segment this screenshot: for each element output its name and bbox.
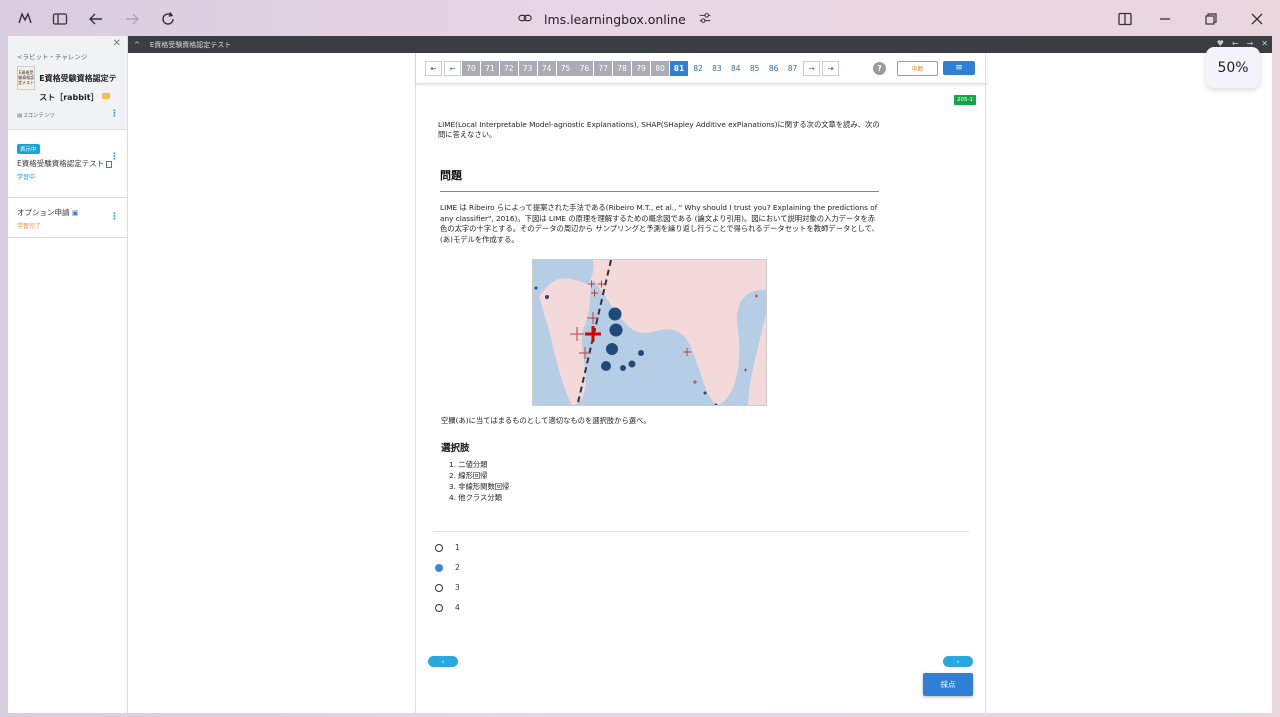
radio-button[interactable] [435, 543, 443, 552]
page-76[interactable]: 76 [575, 61, 594, 76]
choices-list: 1. 二値分類 2. 線形回帰 3. 非線形関数回帰 4. 他クラス分類 [449, 459, 509, 503]
topbar-title: E資格受験資格認定テスト [149, 40, 232, 49]
question-id-badge: 205-1 [954, 95, 976, 105]
question-body: LIME は Ribeiro らによって提案された手法である(Ribeiro M… [440, 203, 879, 244]
page-86[interactable]: 86 [764, 61, 783, 76]
reload-icon[interactable] [158, 9, 178, 29]
status-in-progress: 学習中 [17, 174, 36, 181]
answer-option-3[interactable]: 3 [435, 583, 460, 592]
choice-item: 2. 線形回帰 [449, 471, 488, 480]
prev-question-button[interactable]: ‹ [428, 656, 458, 667]
course-header: ✕ <ラビット・チャレンジ E資格受験資格認定テスト E資格受験資格認定テスト［… [8, 36, 127, 130]
browser-toolbar: lms.learningbox.online [0, 0, 1280, 36]
radio-button[interactable] [435, 583, 443, 592]
lime-figure [532, 259, 767, 406]
browser-logo-icon[interactable] [15, 9, 35, 29]
close-sidebar-icon[interactable]: ✕ [113, 38, 121, 49]
answer-option-1[interactable]: 1 [435, 543, 460, 552]
grade-button[interactable]: 採点 [923, 673, 973, 696]
choice-item: 4. 他クラス分類 [449, 493, 502, 502]
answer-label: 1 [455, 543, 460, 552]
course-info: E資格受験資格認定テスト E資格受験資格認定テスト［rabbit］ [17, 66, 119, 104]
status-completed: 学習完了 [17, 223, 42, 230]
content-topbar: ^ E資格受験資格認定テスト ♥ ← → ✕ [128, 36, 1272, 53]
folder-icon [101, 92, 110, 99]
question-intro: LIME(Local Interpretable Model-agnostic … [438, 120, 880, 139]
page-73[interactable]: 73 [518, 61, 537, 76]
content-count: ▤ 2コンテンツ [17, 113, 55, 119]
next-page-button[interactable]: → [803, 61, 820, 76]
test-paper: ⇤ ← 70 71 72 73 74 75 76 77 78 79 80 81 82 83 84 85 86… [415, 53, 987, 713]
answer-divider [433, 531, 969, 532]
page-77[interactable]: 77 [594, 61, 613, 76]
answer-option-2[interactable]: 2 [435, 563, 460, 572]
sidebar-item-label: オプション申請 ▣ [17, 208, 79, 217]
link-icon [518, 11, 532, 28]
url-text: lms.learningbox.online [544, 11, 686, 27]
item-menu-icon[interactable]: ⋮ [110, 212, 119, 222]
page-current[interactable]: 81 [670, 61, 688, 76]
sidebar-item-test[interactable]: 表示中 E資格受験資格認定テスト 学習中 ⋮ [8, 130, 127, 198]
current-badge: 表示中 [17, 144, 40, 154]
course-menu-icon[interactable]: ⋮ [110, 109, 119, 119]
choices-heading: 選択肢 [441, 443, 470, 454]
forward-arrow-icon[interactable] [122, 9, 142, 29]
collapse-icon[interactable]: ^ [134, 41, 140, 49]
page-71[interactable]: 71 [480, 61, 499, 76]
page-79[interactable]: 79 [632, 61, 651, 76]
page-78[interactable]: 78 [613, 61, 632, 76]
main-content: ^ E資格受験資格認定テスト ♥ ← → ✕ ⇤ ← 70 71 72 73 74 75 7… [128, 36, 1272, 713]
sidebar-item-option[interactable]: オプション申請 ▣ 学習完了 ⋮ [8, 198, 127, 238]
close-icon[interactable]: ✕ [1261, 39, 1268, 48]
prev-page-button[interactable]: ← [444, 61, 461, 76]
menu-button[interactable]: ≡ [943, 61, 975, 75]
radio-button[interactable] [435, 603, 443, 612]
radio-button-selected[interactable] [435, 563, 443, 572]
split-view-icon[interactable] [1115, 9, 1135, 29]
zoom-indicator: 50% [1206, 47, 1260, 88]
calendar-icon: ▣ [71, 209, 79, 217]
answer-option-4[interactable]: 4 [435, 603, 460, 612]
choice-item: 3. 非線形関数回帰 [449, 482, 510, 491]
item-menu-icon[interactable]: ⋮ [110, 152, 119, 162]
page-87[interactable]: 87 [783, 61, 802, 76]
question-pager: ⇤ ← 70 71 72 73 74 75 76 77 78 79 80 81 82 83 84 85 86… [416, 53, 987, 84]
suspend-button[interactable]: 中断 [897, 61, 938, 76]
sidebar-toggle-icon[interactable] [50, 9, 70, 29]
app-frame: ✕ <ラビット・チャレンジ E資格受験資格認定テスト E資格受験資格認定テスト［… [8, 36, 1272, 713]
page-82[interactable]: 82 [689, 61, 707, 76]
page-80[interactable]: 80 [651, 61, 669, 76]
restore-icon[interactable] [1201, 9, 1221, 29]
answer-label: 4 [455, 603, 460, 612]
breadcrumb[interactable]: <ラビット・チャレンジ [17, 51, 119, 61]
last-page-button[interactable]: ⇥ [822, 61, 839, 76]
answer-label: 2 [455, 563, 460, 572]
page-85[interactable]: 85 [745, 61, 764, 76]
page-70[interactable]: 70 [462, 61, 480, 76]
minimize-icon[interactable] [1155, 9, 1175, 29]
help-icon[interactable]: ? [873, 62, 886, 75]
back-arrow-icon[interactable] [86, 9, 106, 29]
page-74[interactable]: 74 [537, 61, 556, 76]
answer-label: 3 [455, 583, 460, 592]
close-window-icon[interactable] [1247, 9, 1267, 29]
course-sidebar: ✕ <ラビット・チャレンジ E資格受験資格認定テスト E資格受験資格認定テスト［… [8, 36, 128, 713]
address-bar[interactable]: lms.learningbox.online [518, 9, 712, 29]
page-75[interactable]: 75 [556, 61, 575, 76]
next-question-button[interactable]: › [943, 656, 973, 667]
page-83[interactable]: 83 [707, 61, 726, 76]
page-72[interactable]: 72 [499, 61, 518, 76]
heading-divider [440, 191, 879, 192]
site-settings-icon[interactable] [698, 11, 712, 28]
page-84[interactable]: 84 [726, 61, 745, 76]
choice-item: 1. 二値分類 [449, 460, 488, 469]
question-heading: 問題 [440, 169, 462, 182]
question-prompt: 空欄(あ)に当てはまるものとして適切なものを選択肢から選べ。 [441, 416, 651, 425]
course-thumbnail: E資格受験資格認定テスト [17, 66, 36, 90]
first-page-button[interactable]: ⇤ [425, 61, 442, 76]
sidebar-item-label: E資格受験資格認定テスト [17, 158, 118, 169]
